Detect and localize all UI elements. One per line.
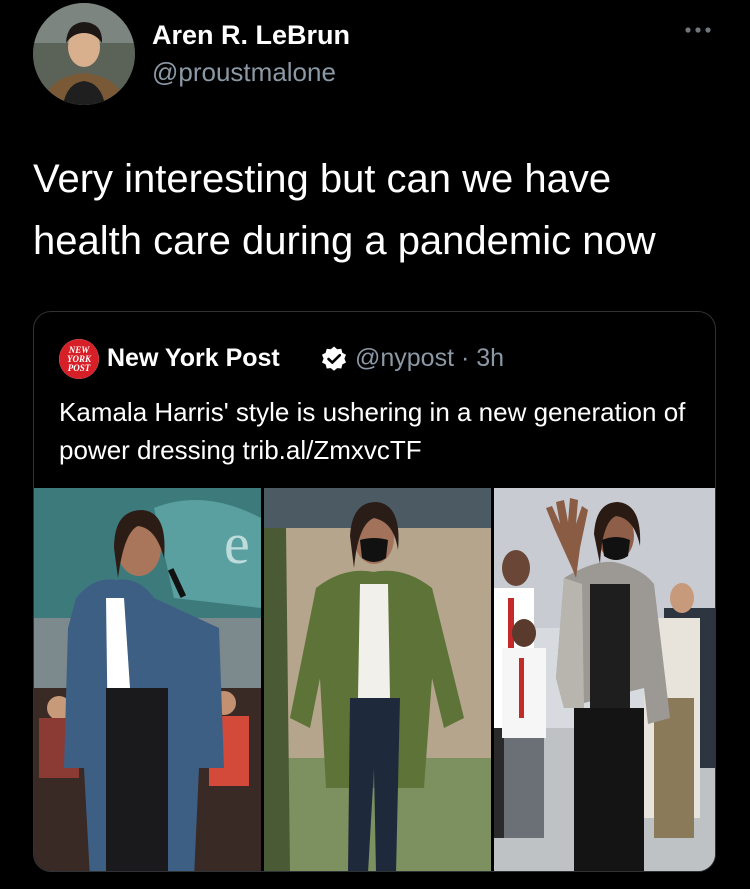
- quoted-display-name[interactable]: New York Post: [107, 343, 280, 373]
- display-name[interactable]: Aren R. LeBrun: [152, 20, 350, 50]
- quoted-tweet-text: Kamala Harris' style is ushering in a ne…: [59, 397, 686, 465]
- photo-plaid-blazer-waving[interactable]: [494, 488, 715, 871]
- tweet-text: Very interesting but can we have health …: [33, 157, 656, 263]
- verified-badge-icon: [322, 346, 346, 371]
- quoted-handle-time[interactable]: @nypost · 3h: [355, 343, 504, 373]
- more-horizontal-icon[interactable]: [683, 20, 713, 40]
- quoted-tweet-card[interactable]: NEW YORK POST New York Post @nypost · 3h…: [33, 311, 716, 872]
- photo-green-jacket-field[interactable]: [264, 488, 491, 871]
- logo-line-3: POST: [68, 363, 91, 373]
- svg-text:e: e: [224, 511, 250, 576]
- user-handle[interactable]: @proustmalone: [152, 57, 336, 87]
- user-avatar[interactable]: [33, 3, 135, 105]
- nypost-logo-avatar: NEW YORK POST: [59, 339, 99, 379]
- photo-blue-blazer-stage[interactable]: e: [34, 488, 261, 871]
